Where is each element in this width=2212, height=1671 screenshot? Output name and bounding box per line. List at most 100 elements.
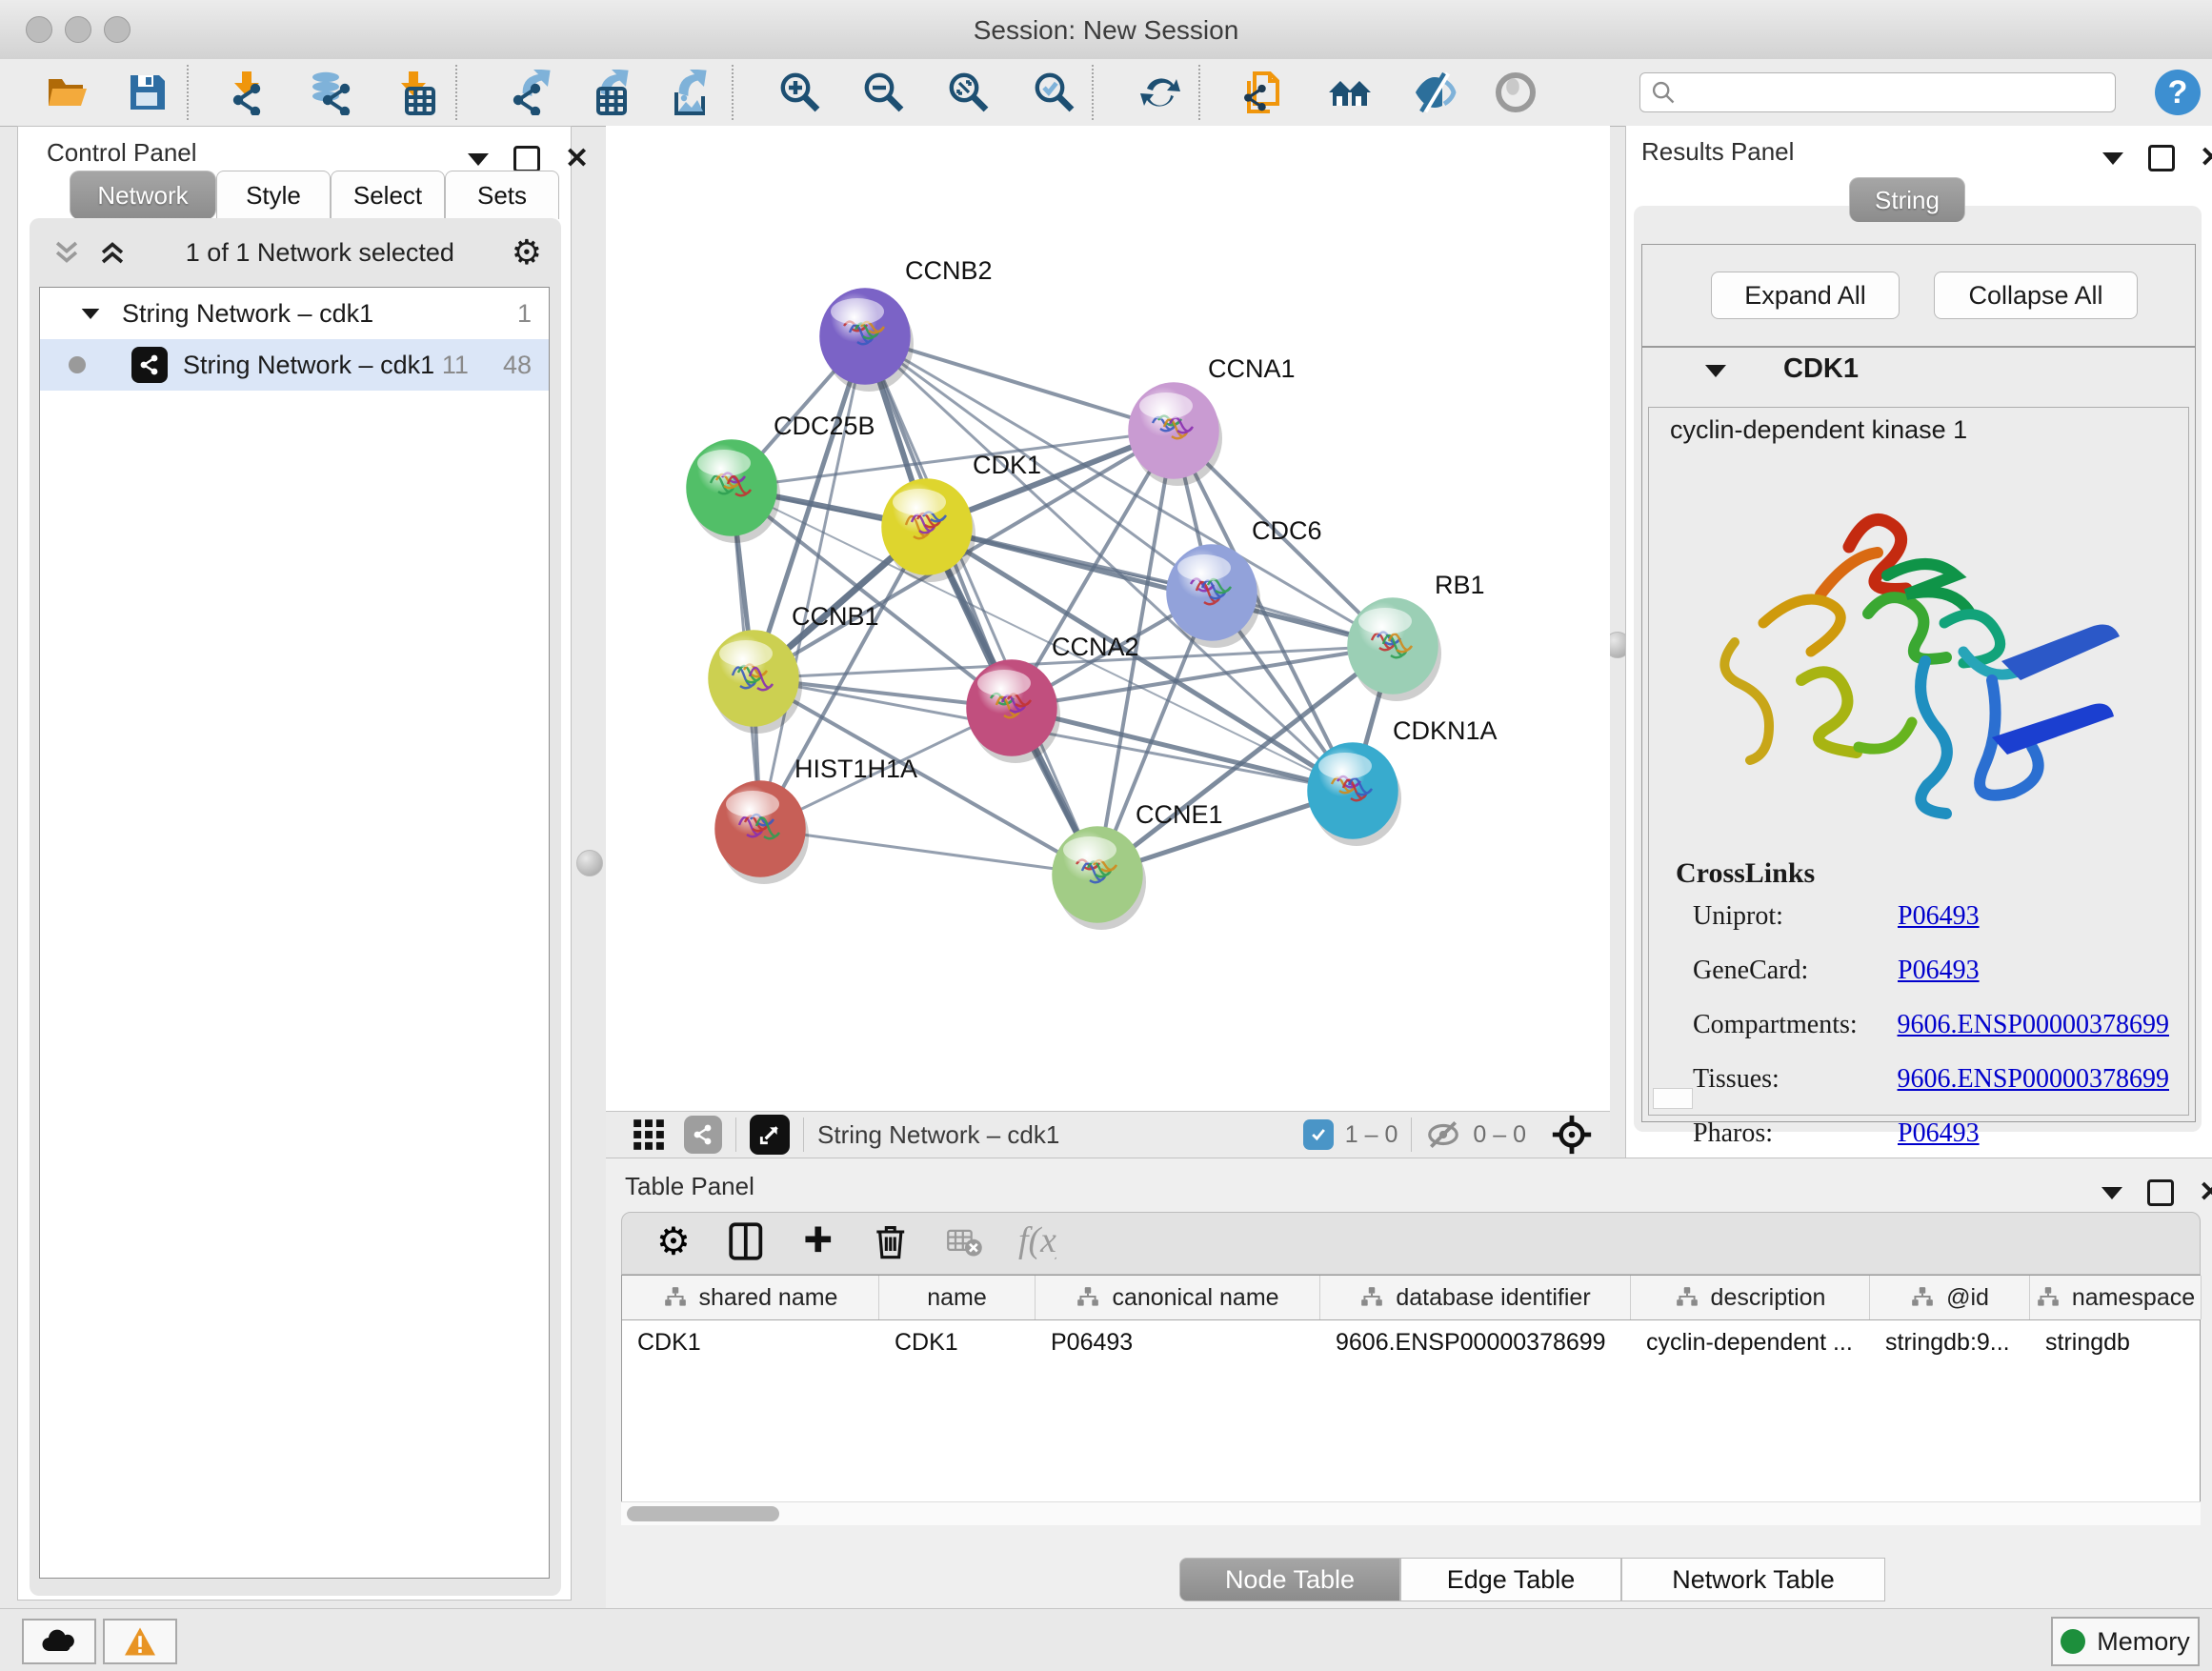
import-database-button[interactable] [305, 68, 354, 117]
help-button[interactable]: ? [2155, 70, 2201, 115]
zoom-selected-button[interactable] [1030, 68, 1079, 117]
node-CDC25B[interactable]: CDC25B [687, 412, 875, 543]
save-session-button[interactable] [123, 68, 172, 117]
table-float-icon[interactable] [2101, 1187, 2122, 1199]
float-panel-icon[interactable] [468, 153, 489, 166]
table-cell[interactable]: CDK1 [879, 1320, 1036, 1364]
collapse-all-button[interactable]: Collapse All [1934, 272, 2138, 319]
expand-all-icon[interactable] [96, 236, 129, 269]
column-header-description[interactable]: description [1631, 1276, 1870, 1319]
scrollbar-thumb[interactable] [627, 1506, 779, 1521]
node-CCNA1[interactable]: CCNA1 [1129, 354, 1296, 486]
export-network-button[interactable] [503, 68, 553, 117]
refresh-button[interactable] [1136, 68, 1185, 117]
table-settings-button[interactable]: ⚙ [656, 1222, 694, 1265]
table-maximize-icon[interactable] [2147, 1179, 2174, 1206]
fit-selected-crosshair-icon[interactable] [1551, 1114, 1593, 1156]
hidden-eye-icon[interactable] [1425, 1117, 1461, 1153]
table-columns-button[interactable] [729, 1222, 767, 1265]
import-network-button[interactable] [223, 68, 272, 117]
crosslink-value-link[interactable]: P06493 [1898, 901, 1980, 932]
crosslink-value-link[interactable]: 9606.ENSP00000378699 [1898, 1010, 2169, 1040]
crosslink-value-link[interactable]: 9606.ENSP00000378699 [1898, 1064, 2169, 1095]
string-network-graph[interactable]: CCNB2 CCNA1 CDC25B CDK1 CDC6 RB1 CCNB1 [606, 126, 1610, 1111]
share-document-button[interactable] [1239, 68, 1289, 117]
crosslink-value-link[interactable]: P06493 [1898, 1118, 1980, 1149]
export-table-button[interactable] [581, 68, 631, 117]
table-add-button[interactable] [801, 1222, 839, 1265]
entry-expander-icon[interactable] [1705, 365, 1726, 377]
close-panel-icon[interactable]: ✕ [565, 149, 589, 170]
memory-button[interactable]: Memory [2051, 1617, 2200, 1666]
network-list: String Network – cdk1 1 String Network –… [39, 287, 550, 1579]
table-cell[interactable]: cyclin-dependent ... [1631, 1320, 1870, 1364]
node-label-CCNA1: CCNA1 [1208, 354, 1296, 383]
cloud-button[interactable] [22, 1619, 96, 1664]
tab-network[interactable]: Network [70, 171, 216, 219]
left-splitter-handle[interactable] [576, 850, 603, 876]
zoom-fit-button[interactable] [944, 68, 994, 117]
network-collection-row[interactable]: String Network – cdk1 1 [40, 288, 549, 339]
column-header-shared-name[interactable]: shared name [622, 1276, 879, 1319]
results-maximize-icon[interactable] [2148, 145, 2175, 171]
table-delete-button[interactable] [874, 1222, 912, 1265]
column-header-name[interactable]: name [879, 1276, 1036, 1319]
import-table-button[interactable] [390, 68, 439, 117]
collection-expander-icon[interactable] [82, 308, 100, 318]
column-header-canonical-name[interactable]: canonical name [1036, 1276, 1320, 1319]
zoom-out-button[interactable] [859, 68, 909, 117]
network-options-gear-icon[interactable]: ⚙ [512, 235, 542, 270]
network-canvas[interactable]: CCNB2 CCNA1 CDC25B CDK1 CDC6 RB1 CCNB1 [606, 126, 1610, 1111]
zoom-in-button[interactable] [775, 68, 825, 117]
results-tab-string[interactable]: String [1849, 177, 1965, 222]
column-header-namespace[interactable]: namespace [2030, 1276, 2202, 1319]
export-image-button[interactable] [659, 68, 709, 117]
warnings-button[interactable] [103, 1619, 177, 1664]
edge-CCNB2-CCNE1[interactable] [865, 336, 1097, 875]
search-input[interactable] [1639, 72, 2116, 112]
column-header--id[interactable]: @id [1870, 1276, 2030, 1319]
tab-node-table[interactable]: Node Table [1179, 1558, 1400, 1601]
node-CCNE1[interactable]: CCNE1 [1053, 800, 1223, 930]
table-close-icon[interactable]: ✕ [2199, 1182, 2212, 1203]
network-share-icon[interactable] [684, 1116, 722, 1154]
selected-checkbox-icon[interactable] [1303, 1119, 1334, 1150]
maximize-panel-icon[interactable] [513, 146, 540, 172]
node-CCNB1[interactable]: CCNB1 [709, 602, 879, 734]
edge-HIST1H1A-CCNE1[interactable] [760, 829, 1097, 875]
expand-all-button[interactable]: Expand All [1711, 272, 1900, 319]
open-session-button[interactable] [43, 68, 92, 117]
edge-CDK1-RB1[interactable] [927, 527, 1393, 646]
crosslink-value-link[interactable]: P06493 [1898, 956, 1980, 986]
table-row[interactable]: CDK1CDK1P064939606.ENSP00000378699cyclin… [622, 1320, 2200, 1364]
results-float-icon[interactable] [2102, 152, 2123, 165]
table-cell[interactable]: stringdb [2030, 1320, 2202, 1364]
tab-network-table[interactable]: Network Table [1621, 1558, 1885, 1601]
table-horizontal-scrollbar[interactable] [621, 1501, 2201, 1525]
column-header-database-identifier[interactable]: database identifier [1320, 1276, 1631, 1319]
node-CDKN1A[interactable]: CDKN1A [1308, 716, 1498, 846]
tab-edge-table[interactable]: Edge Table [1400, 1558, 1621, 1601]
table-cell[interactable]: 9606.ENSP00000378699 [1320, 1320, 1631, 1364]
table-cell[interactable]: P06493 [1036, 1320, 1320, 1364]
table-cell[interactable]: CDK1 [622, 1320, 879, 1364]
node-CCNB2[interactable]: CCNB2 [820, 256, 993, 392]
tab-select[interactable]: Select [331, 171, 445, 219]
application-statusbar: Memory [0, 1608, 2212, 1671]
collapse-all-icon[interactable] [50, 236, 83, 269]
tab-sets[interactable]: Sets [445, 171, 559, 219]
tab-style[interactable]: Style [216, 171, 331, 219]
node-RB1[interactable]: RB1 [1348, 571, 1485, 701]
table-cell[interactable]: stringdb:9... [1870, 1320, 2030, 1364]
home-button[interactable] [1325, 68, 1375, 117]
hide-selected-button[interactable] [1410, 68, 1459, 117]
birdseye-grid-icon[interactable] [631, 1117, 667, 1153]
node-HIST1H1A[interactable]: HIST1H1A [715, 755, 917, 884]
node-CDC6[interactable]: CDC6 [1167, 516, 1322, 648]
results-close-icon[interactable]: ✕ [2200, 148, 2212, 169]
results-scrollbar-fragment[interactable] [1653, 1088, 1693, 1109]
node-CCNA2[interactable]: CCNA2 [967, 633, 1139, 763]
network-row[interactable]: String Network – cdk1 11 48 [40, 339, 549, 391]
open-in-window-icon[interactable] [750, 1115, 790, 1155]
show-all-button[interactable] [1491, 68, 1540, 117]
